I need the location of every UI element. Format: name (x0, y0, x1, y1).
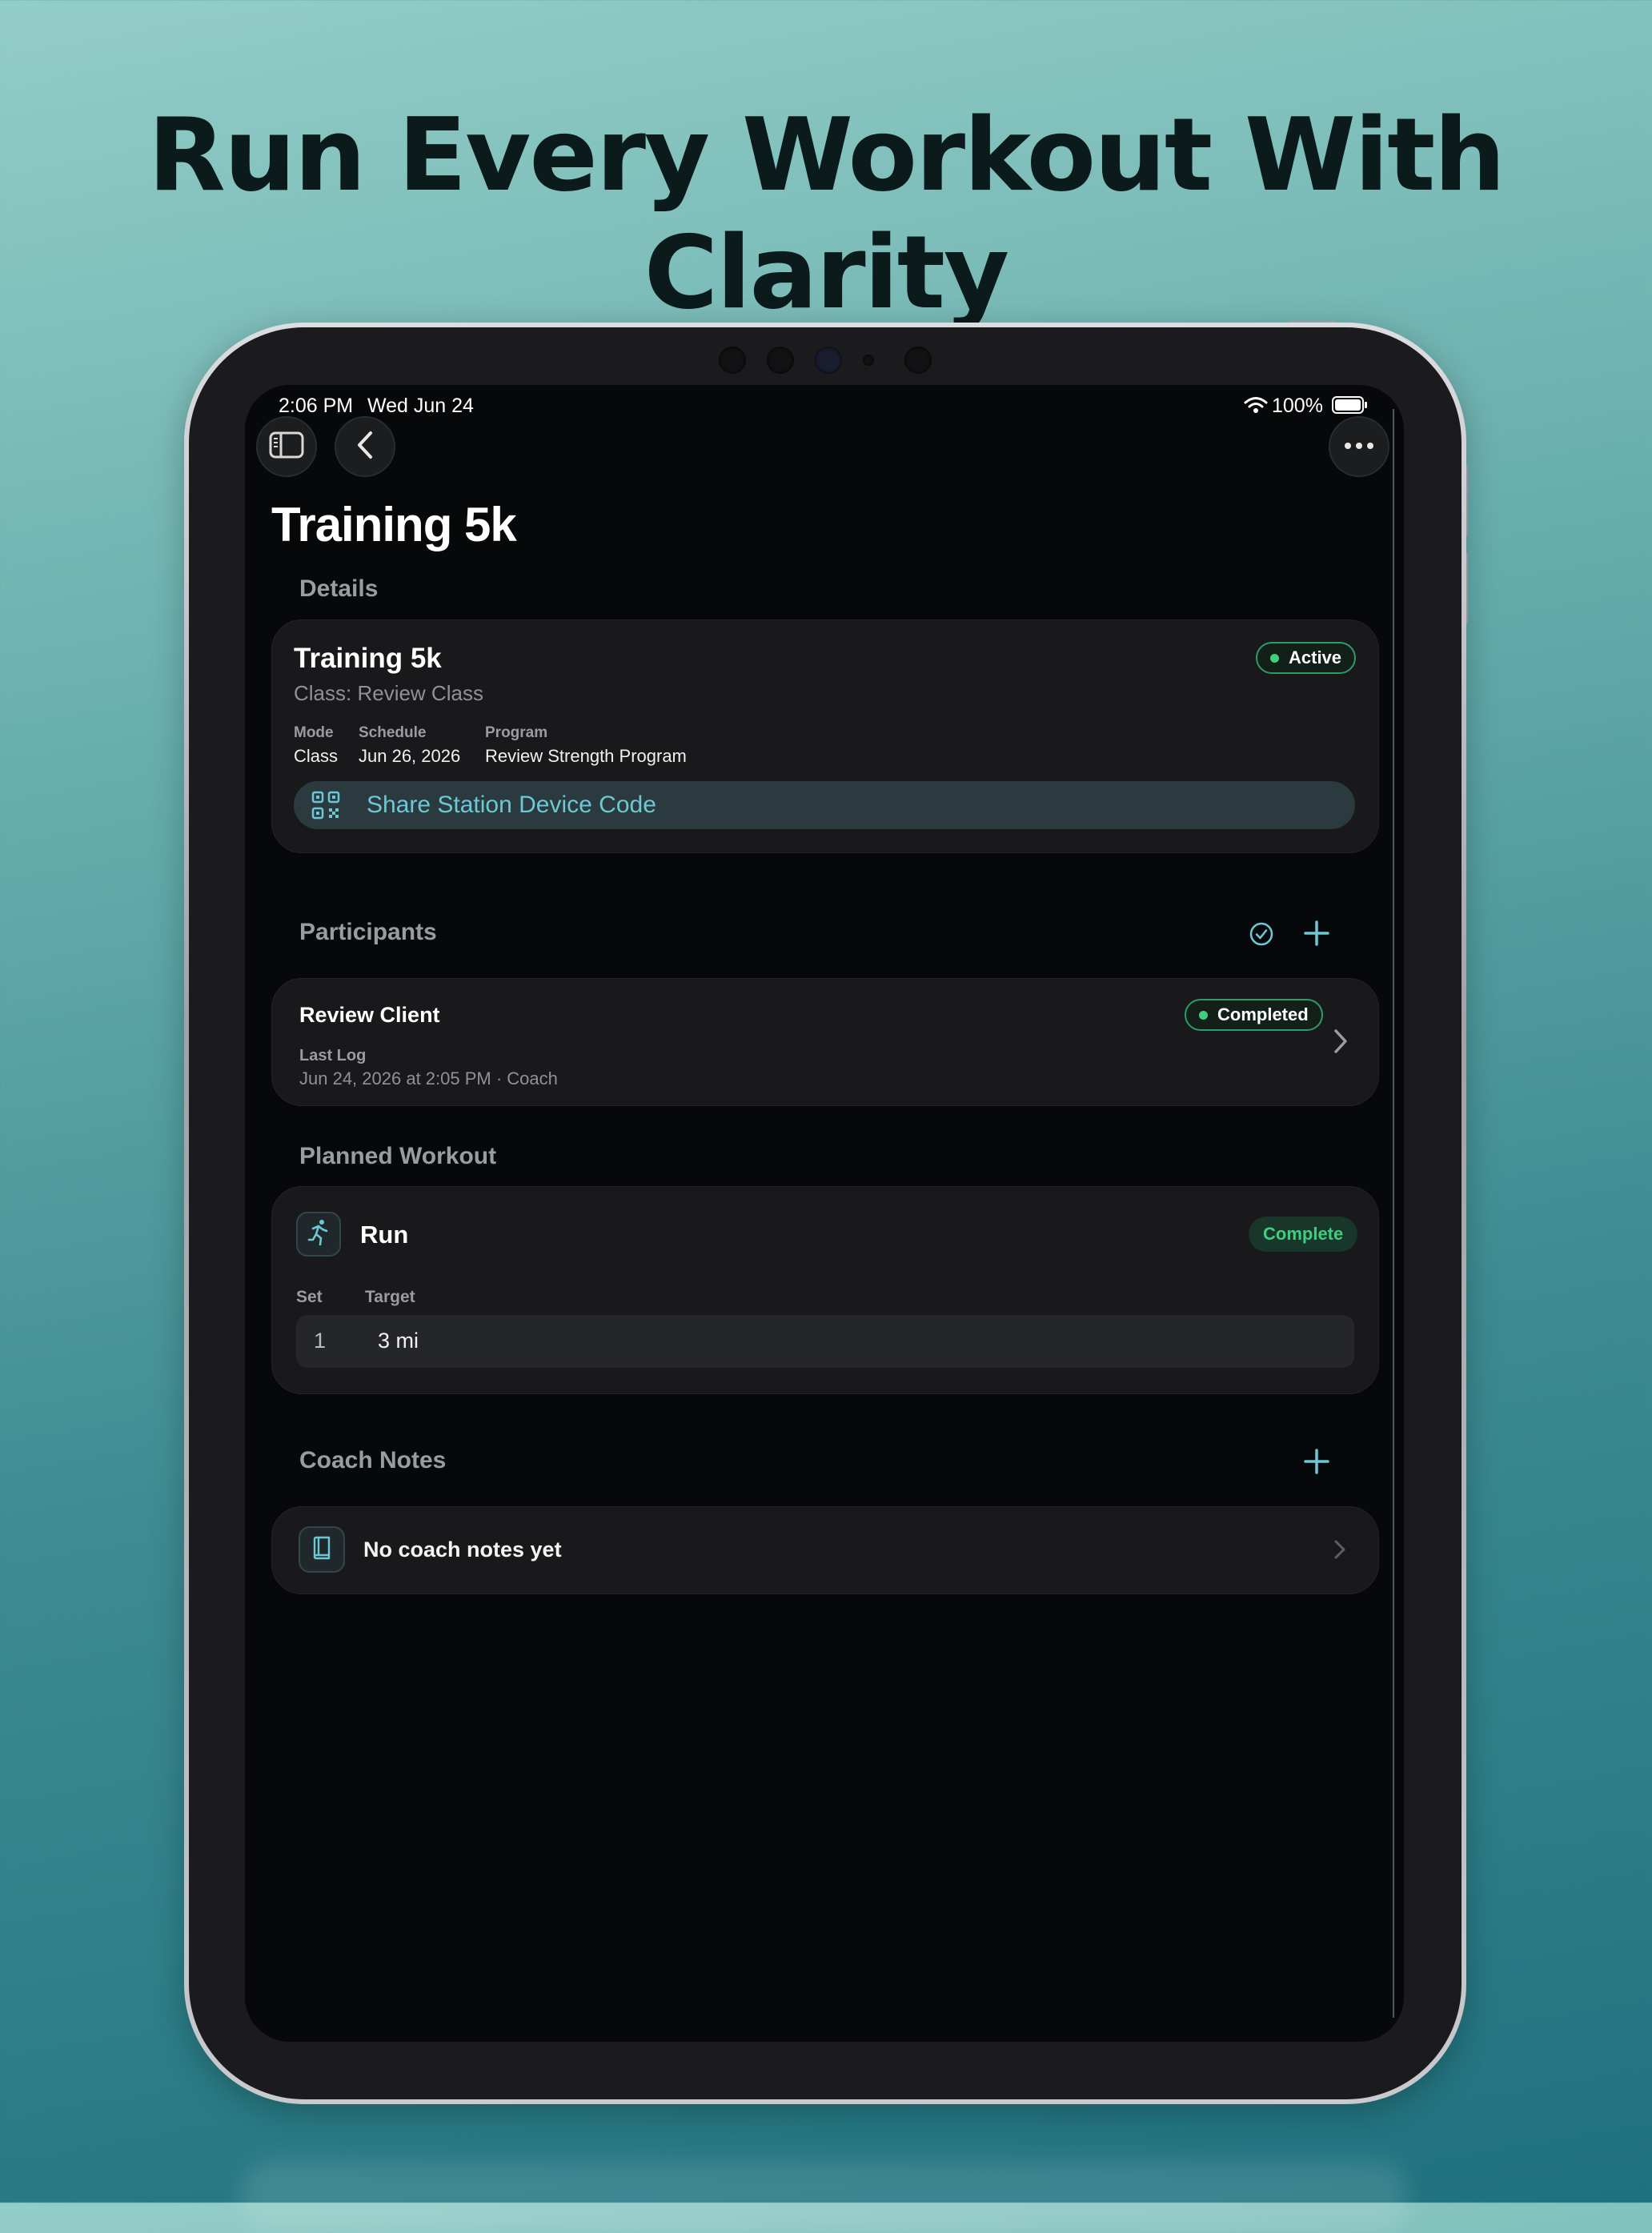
participant-name: Review Client (299, 1003, 440, 1027)
set-number: 1 (314, 1329, 327, 1353)
table-row: 1 3 mi (296, 1315, 1354, 1368)
participants-section-title: Participants (299, 919, 437, 945)
field-label-schedule: Schedule (359, 724, 427, 741)
marketing-headline: Run Every Workout With Clarity (147, 96, 1506, 331)
notes-icon-tile (299, 1526, 345, 1573)
participant-row[interactable]: Review Client Completed Last Log Jun 24,… (271, 978, 1379, 1106)
set-target: 3 mi (378, 1329, 419, 1353)
page-title: Training 5k (271, 498, 517, 551)
status-badge-completed: Completed (1185, 999, 1323, 1031)
app-screen: 2:06 PM Wed Jun 24 100% Training 5k Deta… (245, 385, 1404, 2042)
status-badge-label: Completed (1217, 1004, 1309, 1024)
planned-workout-section-title: Planned Workout (299, 1143, 497, 1169)
share-device-code-button[interactable]: Share Station Device Code (294, 781, 1355, 829)
last-log-label: Last Log (299, 1047, 367, 1064)
details-title: Training 5k (294, 643, 442, 674)
planned-workout-card: Run Complete Set Target 1 3 mi (271, 1186, 1379, 1394)
field-value-schedule: Jun 26, 2026 (359, 746, 461, 766)
ellipsis-icon (1343, 439, 1375, 454)
plus-icon (1303, 1449, 1330, 1478)
sidebar-icon (269, 431, 304, 463)
add-coach-note-button[interactable] (1303, 1448, 1330, 1479)
sidebar-toggle-button[interactable] (256, 416, 317, 477)
field-label-program: Program (485, 724, 548, 741)
wifi-icon (1244, 396, 1268, 418)
status-badge-label: Active (1289, 647, 1342, 667)
field-value-mode: Class (294, 746, 339, 766)
sensor-dot (719, 347, 746, 374)
details-card: Training 5k Class: Review Class Active M… (271, 619, 1379, 853)
battery-percent: 100% (1272, 395, 1323, 417)
coach-notes-empty-row[interactable]: No coach notes yet (271, 1506, 1379, 1594)
sensor-dot (904, 347, 932, 374)
chevron-right-icon (1333, 1028, 1349, 1058)
exercise-name: Run (360, 1221, 409, 1249)
chevron-left-icon (355, 431, 375, 463)
sensor-dot (767, 347, 794, 374)
more-button[interactable] (1329, 416, 1389, 477)
battery-icon (1332, 396, 1369, 418)
column-header-target: Target (365, 1288, 415, 1306)
book-icon (311, 1536, 332, 1564)
last-log-value: Jun 24, 2026 at 2:05 PM · Coach (299, 1068, 558, 1088)
checkmark-circle-icon (1249, 922, 1274, 950)
mark-complete-button[interactable] (1249, 921, 1274, 951)
coach-notes-section-title: Coach Notes (299, 1447, 447, 1473)
field-label-mode: Mode (294, 724, 334, 741)
back-button[interactable] (335, 416, 395, 477)
chevron-right-icon (1333, 1539, 1346, 1564)
exercise-status-badge: Complete (1249, 1217, 1358, 1252)
running-figure-icon (307, 1219, 331, 1250)
field-value-program: Review Strength Program (485, 746, 687, 766)
device-reflection (240, 2161, 1409, 2233)
plus-icon (1303, 920, 1330, 950)
status-dot (1199, 1010, 1208, 1020)
exercise-icon-tile (296, 1212, 341, 1257)
sensor-dot (863, 355, 874, 366)
status-date: Wed Jun 24 (367, 395, 474, 417)
coach-notes-empty-text: No coach notes yet (363, 1537, 562, 1561)
front-camera (815, 347, 842, 374)
status-dot (1270, 653, 1279, 663)
column-header-set: Set (296, 1288, 323, 1306)
status-badge-active: Active (1256, 642, 1357, 674)
add-participant-button[interactable] (1303, 920, 1330, 951)
status-time: 2:06 PM (279, 395, 354, 417)
share-device-code-label: Share Station Device Code (367, 792, 656, 818)
qr-code-icon (311, 791, 340, 824)
screen-edge (1393, 409, 1394, 2018)
details-section-title: Details (299, 575, 379, 602)
details-subtitle: Class: Review Class (294, 681, 483, 705)
